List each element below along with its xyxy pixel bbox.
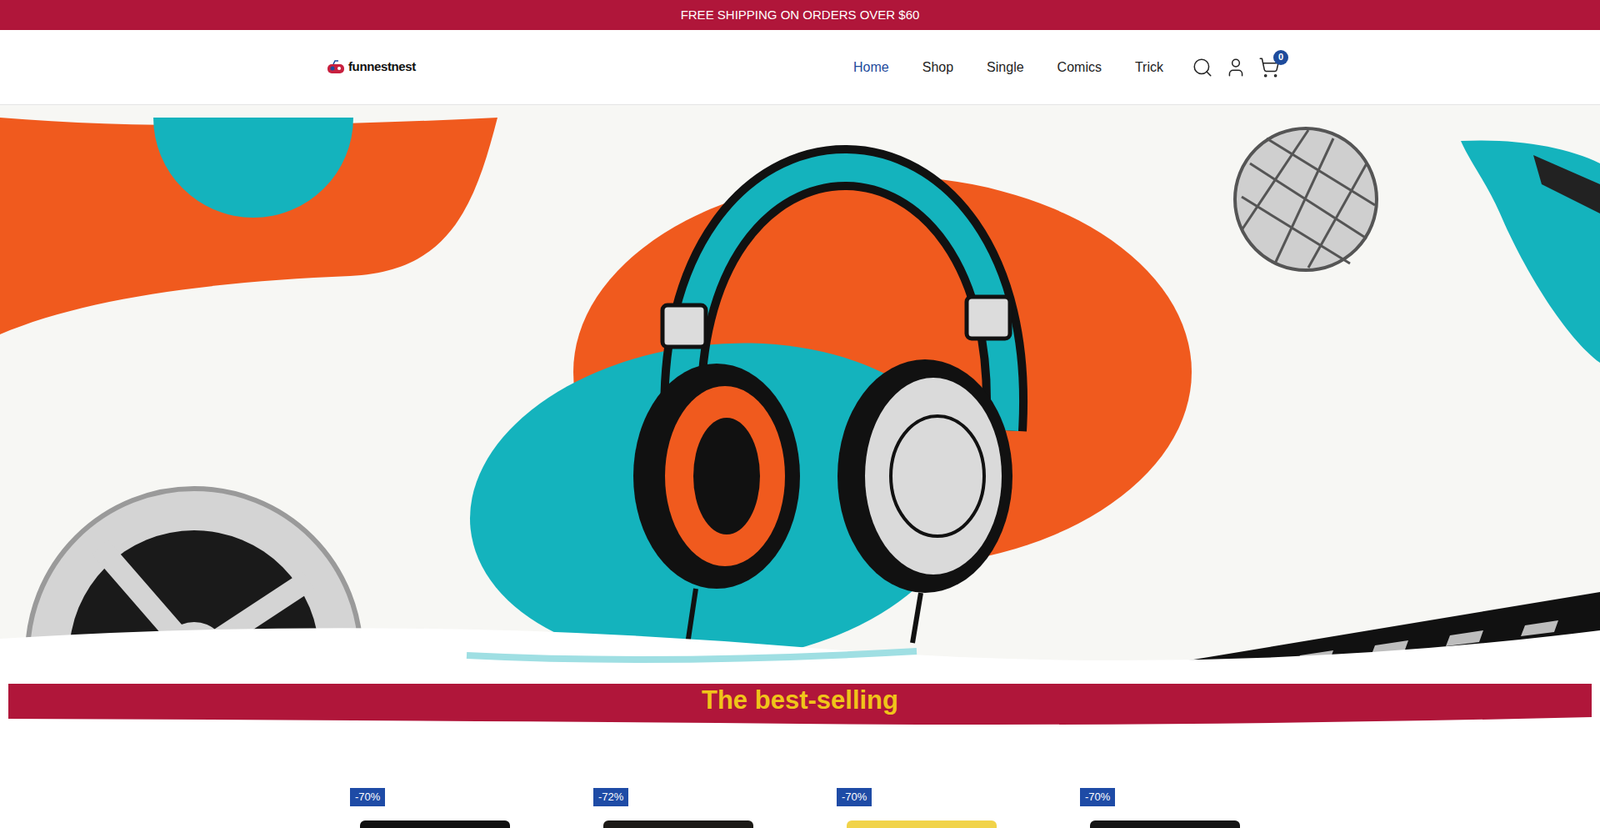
hero-illustration bbox=[0, 105, 1600, 674]
product-image bbox=[1090, 820, 1240, 828]
logo-icon bbox=[326, 60, 345, 75]
page: FREE SHIPPING ON ORDERS OVER $60 funnestn… bbox=[0, 0, 1600, 828]
product-card[interactable]: -72% bbox=[556, 787, 800, 828]
hero-banner bbox=[0, 105, 1600, 674]
discount-badge: -70% bbox=[1080, 787, 1115, 806]
cart-count-badge: 0 bbox=[1273, 50, 1289, 65]
user-icon[interactable] bbox=[1225, 56, 1247, 79]
nav-item[interactable]: Single bbox=[986, 57, 1024, 78]
announcement-text: FREE SHIPPING ON ORDERS OVER $60 bbox=[680, 5, 920, 25]
nav-item[interactable]: Shop bbox=[922, 57, 954, 78]
nav-item[interactable]: Comics bbox=[1057, 57, 1102, 78]
nav-item[interactable]: Trick bbox=[1135, 57, 1164, 78]
search-icon[interactable] bbox=[1191, 56, 1214, 79]
announcement-bar: FREE SHIPPING ON ORDERS OVER $60 bbox=[0, 0, 1600, 30]
discount-badge: -70% bbox=[836, 787, 872, 806]
product-image bbox=[846, 820, 997, 828]
logo-text: funnestnest bbox=[348, 57, 416, 77]
discount-badge: -72% bbox=[593, 787, 629, 806]
section-title-band: The best-selling bbox=[8, 683, 1592, 725]
cart-button[interactable]: 0 bbox=[1258, 56, 1280, 79]
nav-item[interactable]: Home bbox=[853, 57, 890, 78]
logo[interactable]: funnestnest bbox=[326, 57, 416, 77]
section-title: The best-selling bbox=[701, 685, 899, 715]
band-wave bbox=[8, 715, 1592, 725]
product-image bbox=[603, 820, 754, 828]
product-card[interactable]: -70% bbox=[1043, 787, 1287, 828]
discount-badge: -70% bbox=[350, 787, 385, 806]
main-nav: Home Shop Single Comics Trick bbox=[853, 57, 1164, 78]
product-image bbox=[360, 820, 510, 828]
header: funnestnest Home Shop Single Comics Trick 0 bbox=[0, 30, 1600, 105]
product-grid: -70% -72% -70% -70% bbox=[313, 787, 1287, 828]
product-card[interactable]: -70% bbox=[800, 787, 1044, 828]
product-card[interactable]: -70% bbox=[313, 787, 557, 828]
